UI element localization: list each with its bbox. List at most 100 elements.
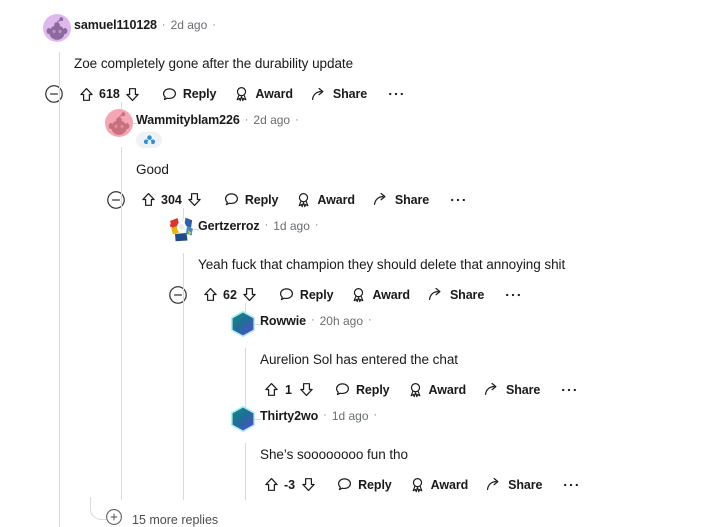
author-username[interactable]: samuel110128 bbox=[74, 18, 157, 32]
award-button[interactable]: Award bbox=[410, 474, 468, 496]
comment-header: samuel110128 · 2d ago · bbox=[43, 14, 711, 46]
meta-separator: · bbox=[323, 409, 327, 421]
reply-label: Reply bbox=[358, 477, 392, 492]
comment-header: Wammityblam226 · 2d ago · bbox=[105, 102, 711, 152]
more-actions-button[interactable] bbox=[448, 190, 468, 210]
thread-line[interactable] bbox=[245, 347, 246, 405]
comment-action-bar: 304 Reply Award Share bbox=[107, 185, 711, 215]
reply-label: Reply bbox=[244, 192, 279, 207]
more-replies-label: 15 more replies bbox=[132, 512, 219, 527]
author-line: Wammityblam226 · 2d ago · bbox=[136, 109, 299, 129]
comment-header: Gertzerroz · 1d ago · bbox=[169, 207, 711, 247]
snoo-avatar-pink[interactable] bbox=[105, 109, 133, 137]
collapse-thread-button[interactable] bbox=[168, 285, 188, 305]
author-username[interactable]: Wammityblam226 bbox=[136, 113, 240, 127]
reply-button[interactable]: Reply bbox=[279, 284, 334, 306]
comment-action-bar: 1 Reply Award Share bbox=[260, 375, 711, 405]
share-label: Share bbox=[506, 382, 541, 397]
downvote-button[interactable] bbox=[184, 189, 206, 211]
hexagon-avatar-teal[interactable] bbox=[229, 310, 257, 338]
hexagon-avatar-teal[interactable] bbox=[229, 405, 257, 433]
reply-button[interactable]: Reply bbox=[335, 379, 390, 401]
award-button[interactable]: Award bbox=[296, 189, 355, 211]
upvote-button[interactable] bbox=[260, 379, 282, 401]
author-line: Gertzerroz · 1d ago · bbox=[198, 215, 319, 235]
comment-inner: Gertzerroz · 1d ago · Yeah fuck that champio… bbox=[167, 207, 711, 500]
award-icon bbox=[234, 86, 249, 102]
reply-button[interactable]: Reply bbox=[337, 474, 392, 496]
comment-action-bar: 618 Reply Award Share bbox=[45, 79, 711, 109]
upvote-button[interactable] bbox=[199, 284, 221, 306]
thread-elbow-connector bbox=[90, 496, 106, 520]
plus-circle-icon bbox=[105, 508, 123, 527]
upvote-button[interactable] bbox=[75, 83, 97, 105]
comment-meta: Gertzerroz · 1d ago · bbox=[198, 215, 319, 235]
downvote-button[interactable] bbox=[239, 284, 261, 306]
custom-avatar-colorful[interactable] bbox=[167, 215, 195, 243]
comment-body: Aurelion Sol has entered the chat bbox=[260, 351, 458, 367]
more-actions-button[interactable] bbox=[386, 84, 406, 104]
comment-thread-page: samuel110128 · 2d ago · Zoe completely gone … bbox=[0, 0, 711, 527]
reply-icon bbox=[162, 87, 177, 102]
upvote-button[interactable] bbox=[260, 474, 282, 496]
share-button[interactable]: Share bbox=[311, 83, 367, 105]
share-icon bbox=[484, 382, 500, 397]
upvote-button[interactable] bbox=[137, 189, 159, 211]
downvote-button[interactable] bbox=[297, 474, 319, 496]
comment-meta: Wammityblam226 · 2d ago · bbox=[136, 109, 299, 152]
vote-score: 618 bbox=[99, 87, 120, 101]
thread-line[interactable] bbox=[121, 147, 122, 500]
author-username[interactable]: Rowwie bbox=[260, 314, 306, 328]
author-username[interactable]: Thirty2wo bbox=[260, 409, 318, 423]
award-icon bbox=[296, 192, 311, 208]
reply-button[interactable]: Reply bbox=[224, 189, 279, 211]
reply-label: Reply bbox=[182, 87, 217, 101]
share-button[interactable]: Share bbox=[373, 189, 429, 211]
replies-container: Wammityblam226 · 2d ago · Good 304 Reply Aw… bbox=[74, 102, 711, 527]
share-button[interactable]: Share bbox=[486, 474, 543, 496]
collapse-thread-button[interactable] bbox=[106, 190, 126, 210]
comment: samuel110128 · 2d ago · Zoe completely gone … bbox=[0, 0, 711, 527]
author-line: samuel110128 · 2d ago · bbox=[74, 14, 216, 34]
share-label: Share bbox=[508, 477, 543, 492]
collapse-thread-button[interactable] bbox=[44, 84, 64, 104]
vote-score: 1 bbox=[285, 382, 292, 397]
comment: Thirty2wo · 1d ago · She’s soooooooo fun tho… bbox=[229, 397, 711, 500]
award-row bbox=[136, 132, 299, 151]
comment-timestamp: 1d ago bbox=[273, 218, 310, 233]
award-label: Award bbox=[255, 87, 293, 101]
more-actions-button[interactable] bbox=[559, 380, 579, 400]
award-button[interactable]: Award bbox=[351, 284, 410, 306]
author-line: Rowwie · 20h ago · bbox=[260, 310, 372, 330]
share-button[interactable]: Share bbox=[428, 284, 484, 306]
author-username[interactable]: Gertzerroz bbox=[198, 219, 260, 233]
award-button[interactable]: Award bbox=[234, 83, 293, 105]
award-icon bbox=[410, 477, 425, 493]
more-replies-link[interactable]: 15 more replies bbox=[90, 496, 711, 527]
comment-meta: Rowwie · 20h ago · bbox=[260, 310, 372, 330]
reply-icon bbox=[335, 382, 350, 397]
comment-body: Zoe completely gone after the durability… bbox=[74, 56, 354, 71]
downvote-button[interactable] bbox=[295, 379, 317, 401]
replies-container: Rowwie · 20h ago · Aurelion Sol has entered … bbox=[198, 302, 711, 500]
share-button[interactable]: Share bbox=[484, 379, 540, 401]
thread-line[interactable] bbox=[183, 252, 184, 500]
thread-line[interactable] bbox=[245, 442, 246, 500]
award-button[interactable]: Award bbox=[408, 379, 466, 401]
meta-separator: · bbox=[368, 314, 372, 326]
more-actions-button[interactable] bbox=[503, 285, 523, 305]
comment: Wammityblam226 · 2d ago · Good 304 Reply Aw… bbox=[105, 102, 711, 500]
more-actions-button[interactable] bbox=[561, 475, 581, 495]
comment-inner: Wammityblam226 · 2d ago · Good 304 Reply Aw… bbox=[105, 102, 711, 500]
downvote-button[interactable] bbox=[122, 83, 144, 105]
thread-line[interactable] bbox=[59, 52, 60, 527]
share-label: Share bbox=[449, 287, 485, 302]
snoo-avatar-purple[interactable] bbox=[43, 14, 71, 42]
cluster-award-badge[interactable] bbox=[136, 132, 162, 148]
reply-button[interactable]: Reply bbox=[162, 83, 217, 105]
comment-body: Good bbox=[136, 161, 169, 177]
share-label: Share bbox=[332, 87, 368, 101]
replies-container: Gertzerroz · 1d ago · Yeah fuck that champio… bbox=[136, 207, 711, 500]
comment-body: She’s soooooooo fun tho bbox=[260, 446, 408, 462]
comment-timestamp: 1d ago bbox=[331, 408, 369, 423]
